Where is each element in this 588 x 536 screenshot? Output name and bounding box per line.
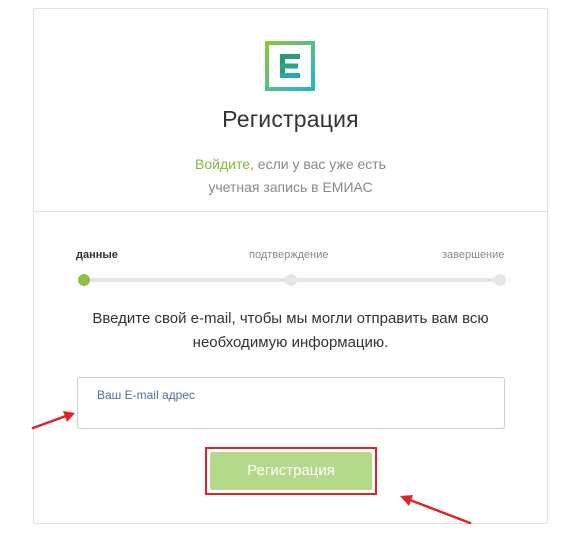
register-button[interactable]: Регистрация	[210, 452, 372, 490]
instructions-text: Введите свой e-mail, чтобы мы могли отпр…	[54, 307, 527, 355]
login-prompt-text-2: учетная запись в ЕМИАС	[208, 179, 373, 195]
header-divider	[34, 211, 547, 212]
step-dot-confirmation	[285, 274, 297, 286]
step-label-completion: завершение	[442, 249, 505, 261]
register-button-highlight: Регистрация	[205, 447, 377, 495]
step-label-data: данные	[76, 249, 118, 261]
email-field[interactable]: Ваш E-mail адрес	[77, 377, 505, 429]
instructions-line-2: необходимую информацию.	[192, 334, 389, 351]
step-label-confirmation: подтверждение	[249, 249, 329, 261]
login-prompt: Войдите, если у вас уже есть учетная зап…	[34, 153, 547, 199]
red-arrow-icon	[31, 411, 75, 430]
registration-card: Регистрация Войдите, если у вас уже есть…	[33, 8, 548, 524]
login-link[interactable]: Войдите	[195, 156, 250, 172]
login-prompt-text-1: , если у вас уже есть	[250, 156, 386, 172]
page-title: Регистрация	[222, 106, 359, 132]
step-dot-completion	[494, 274, 506, 286]
progress-steps: данные подтверждение завершение	[76, 249, 506, 289]
instructions-line-1: Введите свой e-mail, чтобы мы могли отпр…	[92, 310, 489, 327]
red-arrow-icon	[400, 495, 472, 525]
email-placeholder: Ваш E-mail адрес	[97, 388, 195, 402]
step-dot-data	[78, 274, 90, 286]
emias-logo-icon	[265, 41, 315, 91]
